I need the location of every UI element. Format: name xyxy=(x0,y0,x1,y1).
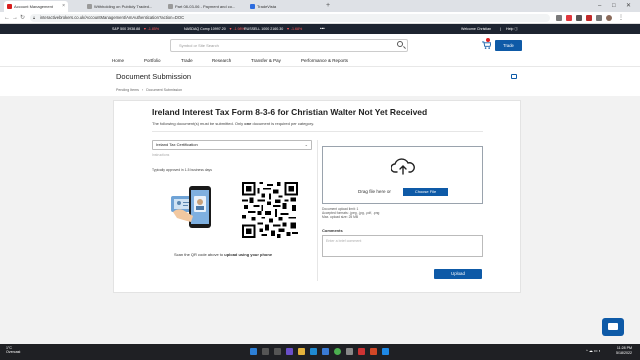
upload-limits: Document upload limit: 1 Accepted format… xyxy=(322,207,380,220)
scan-qr-instructions: Scan the QR code above to upload using y… xyxy=(174,252,273,257)
office-icon[interactable] xyxy=(370,348,377,355)
page-favicon-icon xyxy=(168,4,173,9)
drag-file-text: Drag file here or xyxy=(358,189,391,194)
ib-favicon-icon xyxy=(7,4,12,9)
cloud-upload-icon xyxy=(391,158,415,175)
market-ticker-bar: S&P 500 3938.88 ▼ -1.85% NASDAQ Comp 109… xyxy=(0,24,640,34)
search-icon[interactable] xyxy=(262,348,269,355)
reload-icon[interactable]: ↻ xyxy=(20,12,25,24)
app-icon[interactable] xyxy=(382,348,389,355)
search-icon[interactable] xyxy=(397,41,403,47)
system-clock[interactable]: 11:28 PM 5/18/2022 xyxy=(616,346,632,356)
edge-icon[interactable] xyxy=(310,348,317,355)
url-field[interactable]: 🔒︎ interactivebrokers.co.uk/AccountManag… xyxy=(30,14,550,22)
ticker-sp500: S&P 500 3938.88 ▼ -1.85% xyxy=(112,27,160,31)
user-divider: | xyxy=(500,27,501,31)
form-description: The following document(s) must be submit… xyxy=(152,121,315,126)
comments-label: Comments xyxy=(322,228,343,233)
page-title: Document Submission xyxy=(116,72,192,81)
close-tab-icon[interactable]: × xyxy=(62,1,65,12)
chevron-down-icon: ⌄ xyxy=(304,142,308,147)
chat-app-icon[interactable] xyxy=(286,348,293,355)
help-icon: ⓘ xyxy=(514,27,518,31)
breadcrumb-document-submission: Document Submission xyxy=(146,88,183,92)
cart-badge xyxy=(486,38,490,42)
choose-file-button[interactable]: Choose File xyxy=(403,188,448,196)
divider xyxy=(152,131,483,132)
forward-icon[interactable]: → xyxy=(12,12,18,24)
profile-avatar[interactable] xyxy=(606,15,612,21)
extension-icon[interactable] xyxy=(576,15,582,21)
page-favicon-icon xyxy=(87,4,92,9)
windows-taskbar: 1°C Overcast ^ ☁ ▭ ◖ 11:28 PM 5/18/2022 xyxy=(0,344,640,360)
ticker-russell: RUSSELL 1000 2160.30 ▼ -1.68% xyxy=(244,27,303,31)
address-bar-row: ← → ↻ 🔒︎ interactivebrokers.co.uk/Accoun… xyxy=(0,12,640,24)
start-icon[interactable] xyxy=(250,348,257,355)
nav-trade[interactable]: Trade xyxy=(181,56,193,66)
tradevista-favicon-icon xyxy=(250,4,255,9)
bookmark-star-icon[interactable] xyxy=(556,15,562,21)
browser-tab-strip: Account Management × Withholding on Publ… xyxy=(0,0,640,12)
document-submission-card: Ireland Interest Tax Form 8-3-6 for Chri… xyxy=(113,100,521,293)
nav-home[interactable]: Home xyxy=(112,56,124,66)
breadcrumb-pending-items[interactable]: Pending Items xyxy=(116,88,139,92)
welcome-user[interactable]: Welcome Christian xyxy=(461,24,491,34)
ticker-more-button[interactable]: ••• xyxy=(320,24,325,34)
app-icon[interactable] xyxy=(346,348,353,355)
site-header: Symbol or Site Search Trade Home Portfol… xyxy=(0,34,640,66)
breadcrumb-separator: › xyxy=(141,88,144,92)
document-type-select[interactable]: Ireland Tax Certification ⌄ xyxy=(152,140,312,150)
back-icon[interactable]: ← xyxy=(4,12,10,24)
minimize-icon[interactable]: – xyxy=(598,0,601,12)
breadcrumb: Pending Items › Document Submission xyxy=(116,88,182,92)
app-icon[interactable] xyxy=(358,348,365,355)
system-tray[interactable]: ^ ☁ ▭ ◖ xyxy=(586,348,601,353)
nav-performance-reports[interactable]: Performance & Reports xyxy=(301,56,348,66)
nav-research[interactable]: Research xyxy=(212,56,231,66)
qr-code xyxy=(242,182,298,238)
upload-button[interactable]: Upload xyxy=(434,269,482,279)
chat-icon[interactable] xyxy=(602,318,624,336)
chrome-icon[interactable] xyxy=(334,348,341,355)
weather-widget[interactable]: 1°C Overcast xyxy=(6,346,20,355)
ticker-nasdaq: NASDAQ Comp 10997.20 ▼ -1.98% xyxy=(184,27,245,31)
instructions-link[interactable]: Instructions xyxy=(152,153,169,157)
new-tab-button[interactable]: + xyxy=(326,0,330,12)
browser-tab-part-08[interactable]: Part 08-03-06 - Payment and co... xyxy=(165,1,245,12)
print-icon[interactable] xyxy=(511,74,517,79)
store-icon[interactable] xyxy=(322,348,329,355)
nav-transfer-pay[interactable]: Transfer & Pay xyxy=(251,56,281,66)
file-explorer-icon[interactable] xyxy=(298,348,305,355)
maximize-icon[interactable]: □ xyxy=(612,0,616,12)
browser-tab-withholding[interactable]: Withholding on Publicly Traded... xyxy=(84,1,162,12)
task-view-icon[interactable] xyxy=(274,348,281,355)
window-close-icon[interactable]: ✕ xyxy=(626,0,631,12)
page-header: Document Submission Pending Items › Docu… xyxy=(0,66,640,96)
file-drop-zone[interactable]: Drag file here or Choose File xyxy=(322,146,483,204)
browser-tab-account-management[interactable]: Account Management × xyxy=(4,1,68,12)
column-divider xyxy=(317,140,318,281)
lock-icon: 🔒︎ xyxy=(33,15,36,20)
main-nav: Home Portfolio Trade Research Transfer &… xyxy=(0,56,640,66)
comments-field[interactable]: Enter a brief comment xyxy=(322,235,483,257)
symbol-search-input[interactable]: Symbol or Site Search xyxy=(170,39,408,52)
cart-icon[interactable] xyxy=(482,41,491,49)
browser-tab-tradevista[interactable]: TradeVista xyxy=(247,1,325,12)
extension-icon[interactable] xyxy=(566,15,572,21)
browser-menu-icon[interactable]: ⋮ xyxy=(618,15,624,21)
extensions-puzzle-icon[interactable] xyxy=(596,15,602,21)
extension-icon[interactable] xyxy=(586,15,592,21)
nav-portfolio[interactable]: Portfolio xyxy=(144,56,161,66)
approval-time-note: Typically approved in 1-5 business days xyxy=(152,168,212,172)
trade-button[interactable]: Trade xyxy=(495,40,522,51)
form-heading: Ireland Interest Tax Form 8-3-6 for Chri… xyxy=(152,107,428,117)
help-link[interactable]: Help ⓘ xyxy=(506,24,518,34)
phone-upload-illustration-icon xyxy=(171,186,211,228)
